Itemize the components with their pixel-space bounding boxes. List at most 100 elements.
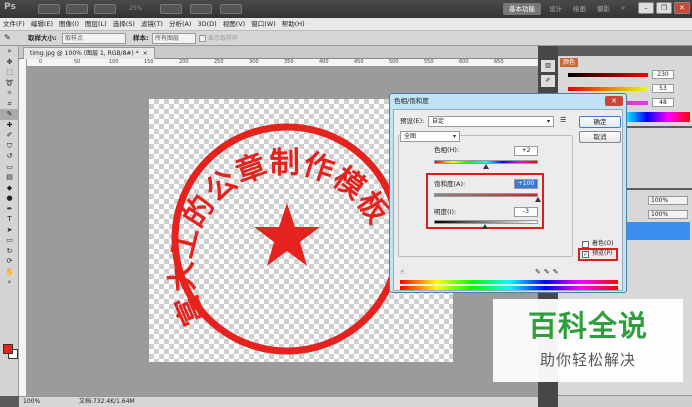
workspace-design-link[interactable]: 设计: [549, 3, 562, 15]
layer-opacity-field[interactable]: 100%: [648, 196, 688, 205]
input-spectrum-bar: [400, 280, 618, 284]
hand-tool-icon[interactable]: [160, 4, 182, 14]
horizontal-ruler: 0 50 100 150 200 250 300 350 400 450 500…: [27, 59, 538, 67]
hand-tool-icon[interactable]: ✋: [0, 267, 19, 278]
lightness-value-input[interactable]: -3: [514, 207, 538, 217]
document-tab[interactable]: timg.jpg @ 100% (图层 1, RGB/8#) * ×: [23, 47, 155, 59]
ok-button[interactable]: 确定: [579, 116, 621, 128]
saturation-slider[interactable]: [434, 193, 538, 197]
watermark-title: 百科全说: [527, 309, 648, 343]
zoom-tool-icon[interactable]: ⌕: [0, 277, 19, 288]
brush-panel-icon[interactable]: ✐: [541, 75, 555, 87]
show-sampling-ring-checkbox[interactable]: [199, 35, 206, 42]
menu-view[interactable]: 视图(V): [220, 18, 249, 30]
colorize-checkbox[interactable]: [582, 241, 589, 248]
dodge-tool-icon[interactable]: ●: [0, 193, 19, 204]
workspace-painting-link[interactable]: 绘画: [573, 3, 586, 15]
hue-value-input[interactable]: +2: [514, 146, 538, 156]
green-slider[interactable]: [568, 87, 648, 91]
red-value[interactable]: 230: [652, 70, 674, 79]
close-tab-icon[interactable]: ×: [143, 50, 148, 57]
3d-orbit-tool-icon[interactable]: ⟳: [0, 256, 19, 267]
history-panel-icon[interactable]: ▥: [541, 60, 555, 72]
sample-size-select[interactable]: 取样点: [62, 33, 126, 44]
preview-checkbox[interactable]: ✓: [582, 251, 589, 258]
preset-options-icon[interactable]: ☰: [560, 116, 566, 124]
menu-edit[interactable]: 编辑(E): [28, 18, 56, 30]
cancel-button[interactable]: 取消: [579, 131, 621, 143]
status-zoom[interactable]: 100%: [23, 397, 40, 407]
pen-tool-icon[interactable]: ✒: [0, 204, 19, 215]
watermark-logo: 百科全说 助你轻松解决: [493, 299, 683, 382]
dialog-close-button[interactable]: ✕: [605, 96, 623, 106]
screen-mode-icon[interactable]: [220, 4, 242, 14]
eyedropper-icons: ✎✎✎: [535, 268, 562, 276]
menu-layer[interactable]: 图层(L): [82, 18, 110, 30]
edit-range-select[interactable]: 全图 ▾: [400, 131, 460, 142]
chevron-down-icon: ▾: [452, 133, 456, 140]
watermark-subtitle: 助你轻松解决: [539, 351, 636, 369]
zoom-tool-icon[interactable]: [94, 4, 116, 14]
move-tool-icon[interactable]: ✥: [0, 57, 19, 68]
close-window-button[interactable]: ✕: [674, 2, 690, 14]
restore-button[interactable]: ❐: [656, 2, 672, 14]
quick-select-tool-icon[interactable]: ✧: [0, 88, 19, 99]
collapse-toolbox-icon[interactable]: »: [0, 46, 19, 57]
healing-brush-tool-icon[interactable]: ✚: [0, 120, 19, 131]
color-panel-tab[interactable]: 颜色: [560, 58, 578, 67]
green-value[interactable]: 53: [652, 84, 674, 93]
saturation-value-input[interactable]: +100: [514, 179, 538, 189]
document-tab-bar: timg.jpg @ 100% (图层 1, RGB/8#) * ×: [19, 46, 538, 59]
lasso-tool-icon[interactable]: ➰: [0, 78, 19, 89]
minimize-button[interactable]: –: [638, 2, 654, 14]
eyedropper-icon[interactable]: ✎: [535, 268, 544, 276]
bridge-icon[interactable]: [38, 4, 60, 14]
menu-filter[interactable]: 滤镜(T): [138, 18, 166, 30]
red-slider[interactable]: [568, 73, 648, 77]
eyedropper-minus-icon[interactable]: ✎: [553, 268, 562, 276]
blur-tool-icon[interactable]: ◆: [0, 183, 19, 194]
menu-3d[interactable]: 3D(D): [194, 18, 219, 30]
ruler-tick: 0: [39, 59, 43, 65]
preset-select[interactable]: 自定 ▾: [428, 116, 554, 127]
crop-tool-icon[interactable]: ⌗: [0, 99, 19, 110]
eyedropper-preset-icon[interactable]: ✎: [4, 33, 18, 44]
menu-help[interactable]: 帮助(H): [279, 18, 308, 30]
history-brush-tool-icon[interactable]: ↺: [0, 151, 19, 162]
layer-fill-field[interactable]: 100%: [648, 210, 688, 219]
target-adjustment-hand-icon[interactable]: ☝: [400, 268, 404, 276]
eyedropper-tool-icon[interactable]: ✎: [0, 109, 19, 120]
3d-rotate-tool-icon[interactable]: ↻: [0, 246, 19, 257]
menu-window[interactable]: 窗口(W): [248, 18, 279, 30]
type-tool-icon[interactable]: T: [0, 214, 19, 225]
arrange-documents-icon[interactable]: [190, 4, 212, 14]
menu-analysis[interactable]: 分析(A): [166, 18, 195, 30]
lightness-slider-thumb[interactable]: [481, 224, 488, 229]
ruler-tick: 350: [284, 59, 294, 65]
zoom-level-select[interactable]: 25%: [129, 4, 155, 14]
menu-select[interactable]: 选择(S): [110, 18, 138, 30]
ruler-tick: 100: [109, 59, 119, 65]
menu-image[interactable]: 图像(I): [56, 18, 82, 30]
eyedropper-plus-icon[interactable]: ✎: [544, 268, 553, 276]
saturation-slider-thumb[interactable]: [535, 197, 541, 202]
hue-slider-thumb[interactable]: [483, 164, 489, 169]
gradient-tool-icon[interactable]: ▤: [0, 172, 19, 183]
window-controls: – ❐ ✕: [638, 2, 690, 14]
workspace-more-icon[interactable]: »: [621, 4, 625, 12]
brush-tool-icon[interactable]: ✐: [0, 130, 19, 141]
document-tab-title: timg.jpg @ 100% (图层 1, RGB/8#) *: [30, 50, 139, 57]
workspace-essentials-button[interactable]: 基本功能: [503, 3, 541, 15]
view-extras-icon[interactable]: [66, 4, 88, 14]
blue-value[interactable]: 48: [652, 98, 674, 107]
colorize-label: 着色(O): [592, 240, 614, 247]
marquee-tool-icon[interactable]: ⬚: [0, 67, 19, 78]
clone-stamp-tool-icon[interactable]: ⛉: [0, 141, 19, 152]
eraser-tool-icon[interactable]: ▭: [0, 162, 19, 173]
menu-file[interactable]: 文件(F): [0, 18, 28, 30]
path-select-tool-icon[interactable]: ➤: [0, 225, 19, 236]
shape-tool-icon[interactable]: ▭: [0, 235, 19, 246]
workspace-photography-link[interactable]: 摄影: [597, 3, 610, 15]
foreground-color-swatch[interactable]: [3, 344, 13, 354]
sample-layers-select[interactable]: 所有图层: [152, 33, 196, 44]
